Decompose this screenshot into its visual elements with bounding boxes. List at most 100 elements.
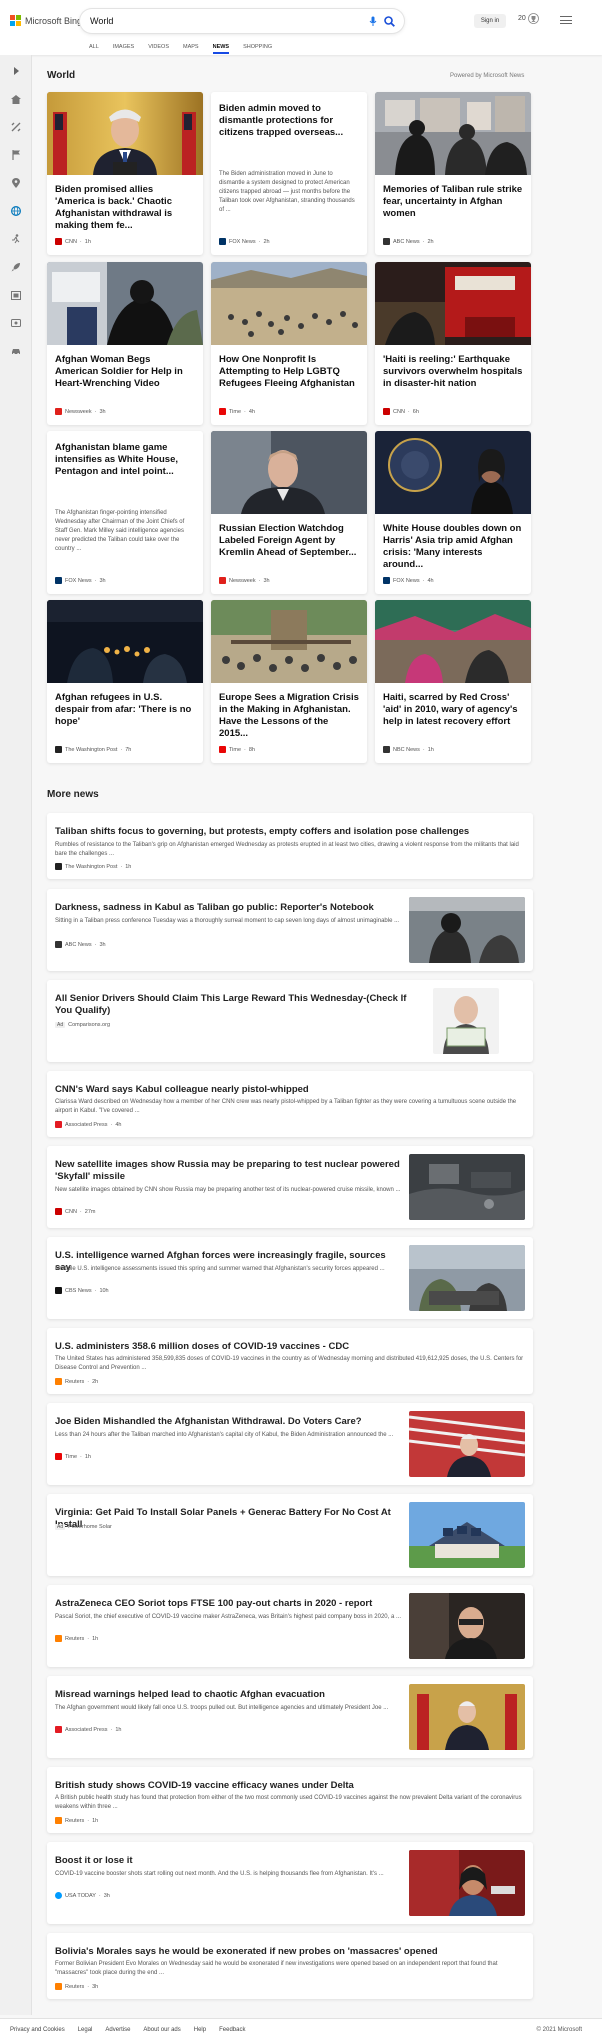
news-card[interactable]: Biden admin moved to dismantle protectio…	[211, 92, 367, 255]
news-source[interactable]: Reuters · 2h	[55, 1378, 98, 1385]
ad-list-item[interactable]: Virginia: Get Paid To Install Solar Pane…	[47, 1494, 533, 1576]
news-title[interactable]: 'Haiti is reeling:' Earthquake survivors…	[383, 354, 523, 390]
news-title[interactable]: Russian Election Watchdog Labeled Foreig…	[219, 523, 359, 559]
news-list-item[interactable]: New satellite images show Russia may be …	[47, 1146, 533, 1228]
news-thumbnail[interactable]	[409, 1245, 525, 1311]
ad-list-item[interactable]: All Senior Drivers Should Claim This Lar…	[47, 980, 533, 1062]
news-title[interactable]: Memories of Taliban rule strike fear, un…	[383, 184, 523, 220]
ad-title[interactable]: All Senior Drivers Should Claim This Lar…	[55, 993, 423, 1017]
news-thumbnail[interactable]	[409, 897, 525, 963]
legal-link[interactable]: Legal	[78, 2027, 93, 2033]
about-ads-link[interactable]: About our ads	[143, 2027, 180, 2033]
news-thumbnail[interactable]	[409, 1684, 525, 1750]
news-title[interactable]: New satellite images show Russia may be …	[55, 1159, 401, 1183]
news-source[interactable]: ABC News · 3h	[55, 941, 106, 948]
news-list-item[interactable]: Bolivia's Morales says he would be exone…	[47, 1933, 533, 1999]
news-card[interactable]: Afghan Woman Begs American Soldier for H…	[47, 262, 203, 425]
news-title[interactable]: Misread warnings helped lead to chaotic …	[55, 1689, 401, 1701]
news-source[interactable]: CNN · 6h	[383, 408, 419, 415]
news-title[interactable]: Afghanistan blame game intensifies as Wh…	[55, 442, 195, 478]
search-input[interactable]: World	[90, 16, 366, 26]
news-list-item[interactable]: U.S. administers 358.6 million doses of …	[47, 1328, 533, 1394]
news-list-item[interactable]: CNN's Ward says Kabul colleague nearly p…	[47, 1071, 533, 1137]
ad-thumbnail[interactable]	[409, 1502, 525, 1568]
feedback-link[interactable]: Feedback	[219, 2027, 245, 2033]
news-list-item[interactable]: Joe Biden Mishandled the Afghanistan Wit…	[47, 1403, 533, 1485]
news-title[interactable]: Biden admin moved to dismantle protectio…	[219, 103, 359, 139]
news-list-item[interactable]: Taliban shifts focus to governing, but p…	[47, 813, 533, 879]
news-source[interactable]: FOX News · 2h	[219, 238, 270, 245]
running-person-icon[interactable]	[10, 233, 22, 245]
advertise-link[interactable]: Advertise	[105, 2027, 130, 2033]
ad-thumbnail[interactable]	[433, 988, 499, 1054]
location-icon[interactable]	[10, 177, 22, 189]
privacy-link[interactable]: Privacy and Cookies	[10, 2027, 65, 2033]
hamburger-menu-icon[interactable]	[560, 14, 572, 26]
news-title[interactable]: Europe Sees a Migration Crisis in the Ma…	[219, 692, 359, 740]
car-icon[interactable]	[10, 345, 22, 357]
news-thumbnail[interactable]	[409, 1850, 525, 1916]
news-source[interactable]: Newsweek · 3h	[55, 408, 106, 415]
news-title[interactable]: AstraZeneca CEO Soriot tops FTSE 100 pay…	[55, 1598, 401, 1610]
news-source[interactable]: Associated Press · 4h	[55, 1121, 121, 1128]
news-source[interactable]: CNN · 27m	[55, 1208, 95, 1215]
tab-news[interactable]: NEWS	[206, 40, 237, 54]
news-source[interactable]: Newsweek · 3h	[219, 577, 270, 584]
tab-videos[interactable]: VIDEOS	[141, 40, 176, 54]
tab-images[interactable]: IMAGES	[106, 40, 141, 54]
tab-maps[interactable]: MAPS	[176, 40, 206, 54]
news-card[interactable]: Afghan refugees in U.S. despair from afa…	[47, 600, 203, 763]
news-source[interactable]: Reuters · 1h	[55, 1817, 98, 1824]
news-title[interactable]: Taliban shifts focus to governing, but p…	[55, 826, 525, 838]
news-card[interactable]: Biden promised allies 'America is back.'…	[47, 92, 203, 255]
news-title[interactable]: Biden promised allies 'America is back.'…	[55, 184, 195, 232]
news-thumbnail[interactable]	[409, 1411, 525, 1477]
discover-icon[interactable]	[10, 121, 22, 133]
news-source[interactable]: USA TODAY · 3h	[55, 1892, 110, 1899]
news-thumbnail[interactable]	[409, 1593, 525, 1659]
news-source[interactable]: FOX News · 4h	[383, 577, 434, 584]
news-source[interactable]: Reuters · 1h	[55, 1635, 98, 1642]
expand-rail-icon[interactable]	[10, 65, 22, 77]
news-title[interactable]: British study shows COVID-19 vaccine eff…	[55, 1780, 525, 1792]
sign-in-button[interactable]: Sign in	[474, 14, 506, 28]
news-list-item[interactable]: AstraZeneca CEO Soriot tops FTSE 100 pay…	[47, 1585, 533, 1667]
news-source[interactable]: CNN · 1h	[55, 238, 91, 245]
news-title[interactable]: Afghan refugees in U.S. despair from afa…	[55, 692, 195, 728]
news-card[interactable]: Memories of Taliban rule strike fear, un…	[375, 92, 531, 255]
news-source[interactable]: Time · 1h	[55, 1453, 91, 1460]
microphone-icon[interactable]	[366, 14, 380, 28]
news-title[interactable]: How One Nonprofit Is Attempting to Help …	[219, 354, 359, 390]
flag-icon[interactable]	[10, 149, 22, 161]
news-source[interactable]: Reuters · 3h	[55, 1983, 98, 1990]
news-card[interactable]: Haiti, scarred by Red Cross' 'aid' in 20…	[375, 600, 531, 763]
ad-source[interactable]: Ad Powerhome Solar	[55, 1524, 112, 1530]
news-card[interactable]: Russian Election Watchdog Labeled Foreig…	[211, 431, 367, 594]
news-title[interactable]: U.S. administers 358.6 million doses of …	[55, 1341, 525, 1353]
news-title[interactable]: Bolivia's Morales says he would be exone…	[55, 1946, 525, 1958]
film-icon[interactable]	[10, 289, 22, 301]
news-source[interactable]: CBS News · 10h	[55, 1287, 109, 1294]
news-source[interactable]: The Washington Post · 7h	[55, 746, 131, 753]
news-source[interactable]: FOX News · 3h	[55, 577, 106, 584]
tab-all[interactable]: ALL	[82, 40, 106, 54]
news-title[interactable]: Darkness, sadness in Kabul as Taliban go…	[55, 902, 401, 914]
news-list-item[interactable]: Darkness, sadness in Kabul as Taliban go…	[47, 889, 533, 971]
money-icon[interactable]	[10, 317, 22, 329]
news-card[interactable]: Afghanistan blame game intensifies as Wh…	[47, 431, 203, 594]
news-source[interactable]: Time · 8h	[219, 746, 255, 753]
news-title[interactable]: CNN's Ward says Kabul colleague nearly p…	[55, 1084, 525, 1096]
news-card[interactable]: 'Haiti is reeling:' Earthquake survivors…	[375, 262, 531, 425]
tab-shopping[interactable]: SHOPPING	[236, 40, 279, 54]
news-source[interactable]: ABC News · 2h	[383, 238, 434, 245]
news-title[interactable]: Haiti, scarred by Red Cross' 'aid' in 20…	[383, 692, 523, 728]
news-card[interactable]: How One Nonprofit Is Attempting to Help …	[211, 262, 367, 425]
bing-logo[interactable]: Microsoft Bing	[10, 15, 82, 26]
news-title[interactable]: Boost it or lose it	[55, 1855, 401, 1867]
news-card[interactable]: White House doubles down on Harris' Asia…	[375, 431, 531, 594]
rewards-button[interactable]: 20	[518, 13, 539, 24]
news-list-item[interactable]: U.S. intelligence warned Afghan forces w…	[47, 1237, 533, 1319]
news-title[interactable]: White House doubles down on Harris' Asia…	[383, 523, 523, 571]
news-list-item[interactable]: British study shows COVID-19 vaccine eff…	[47, 1767, 533, 1833]
news-source[interactable]: Time · 4h	[219, 408, 255, 415]
